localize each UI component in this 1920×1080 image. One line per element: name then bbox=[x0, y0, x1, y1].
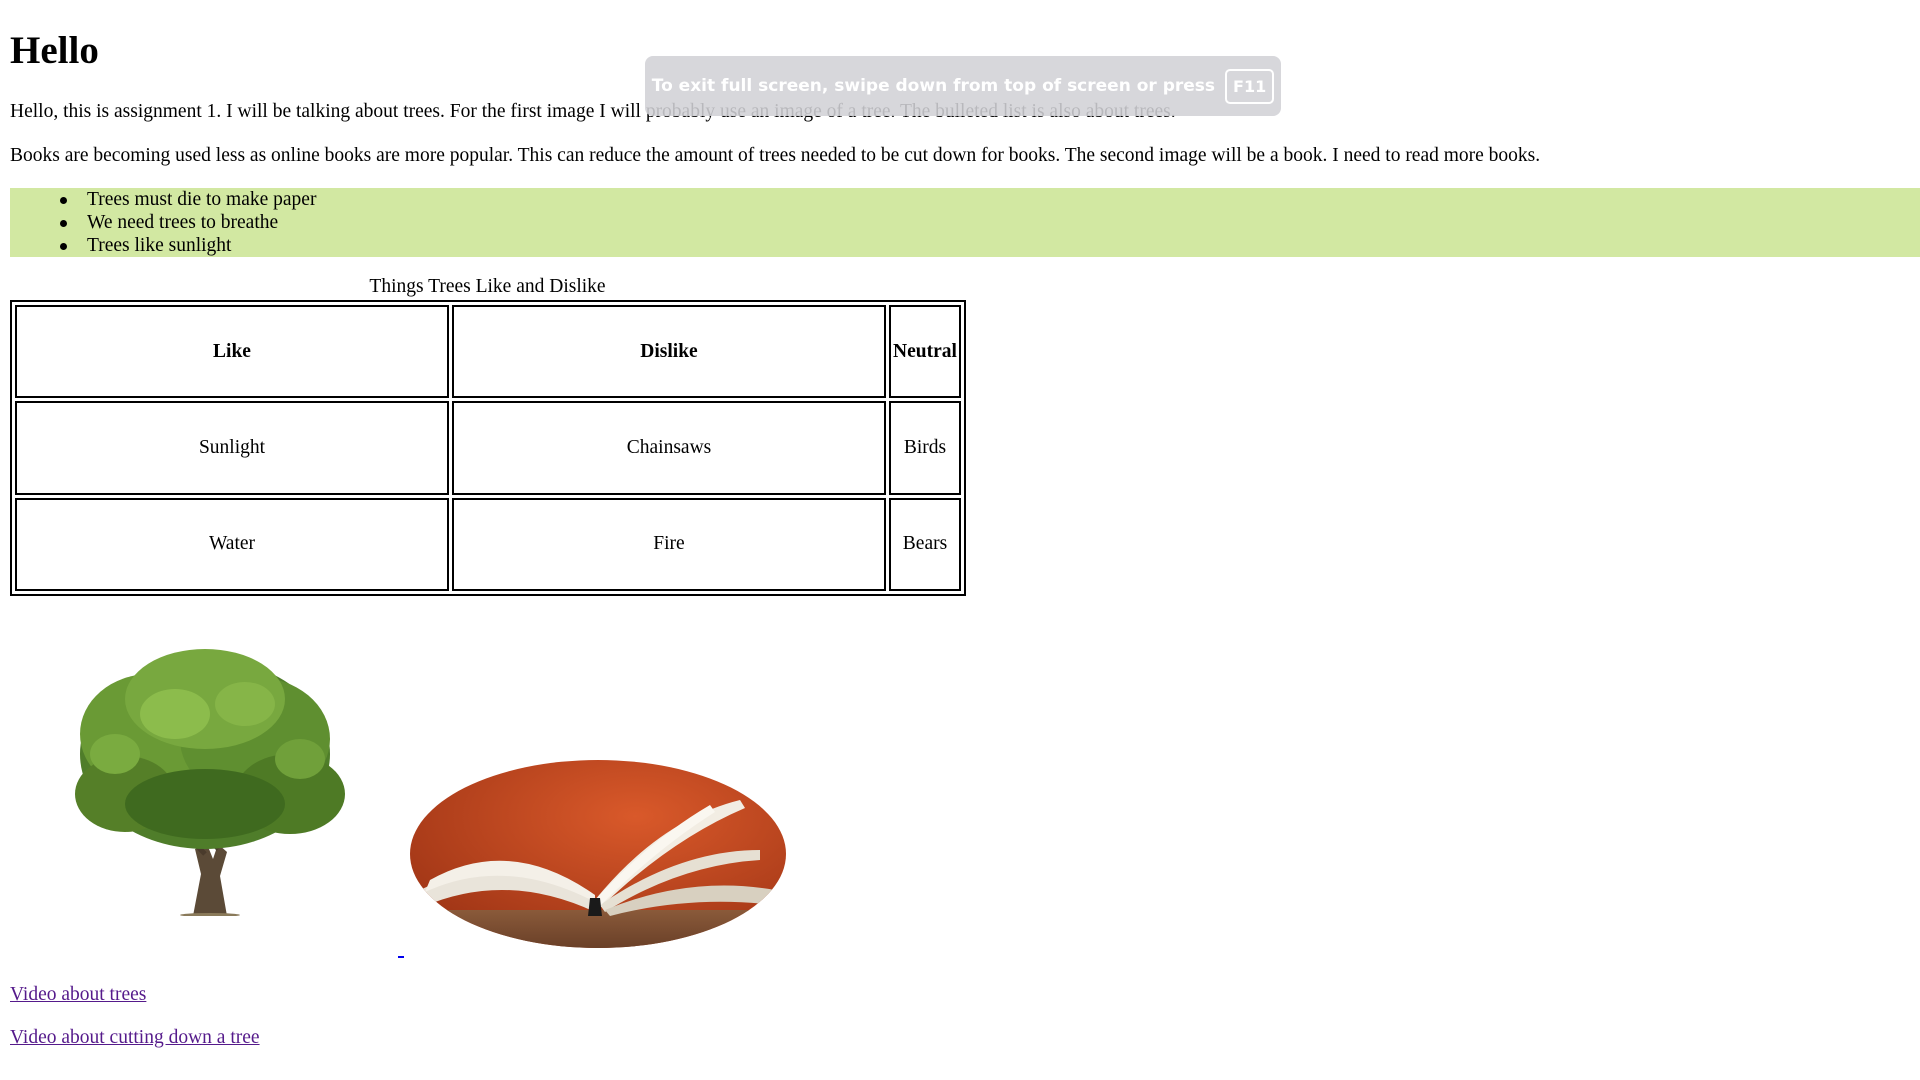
header-dislike: Dislike bbox=[452, 305, 886, 399]
book-image bbox=[410, 760, 786, 948]
tree-image bbox=[75, 649, 345, 916]
table-cell: Chainsaws bbox=[452, 401, 886, 495]
images-area bbox=[10, 640, 810, 960]
video-cutting-tree-link[interactable]: Video about cutting down a tree bbox=[10, 1026, 260, 1050]
bullet-icon bbox=[60, 197, 67, 204]
table-header-row: Like Dislike Neutral bbox=[15, 305, 961, 399]
table-cell: Fire bbox=[452, 497, 886, 591]
bullet-icon bbox=[60, 243, 67, 250]
table-row: Water Fire Bears bbox=[15, 497, 961, 591]
f11-key-badge: F11 bbox=[1225, 68, 1275, 104]
table-cell: Sunlight bbox=[15, 401, 449, 495]
table-cell: Birds bbox=[889, 401, 961, 495]
table-caption: Things Trees Like and Dislike bbox=[369, 276, 606, 297]
table-row: Sunlight Chainsaws Birds bbox=[15, 401, 961, 495]
bulleted-list: Trees must die to make paper We need tre… bbox=[10, 188, 1920, 257]
image-link-underline[interactable] bbox=[398, 956, 404, 958]
list-item: We need trees to breathe bbox=[10, 211, 1920, 234]
list-item-text: We need trees to breathe bbox=[87, 212, 279, 233]
books-paragraph: Books are becoming used less as online b… bbox=[10, 145, 1541, 166]
table-cell: Bears bbox=[889, 497, 961, 591]
video-trees-link[interactable]: Video about trees bbox=[10, 983, 146, 1007]
header-like: Like bbox=[15, 305, 449, 399]
trees-table: Like Dislike Neutral Sunlight Chainsaws … bbox=[10, 300, 966, 596]
bullet-icon bbox=[60, 220, 67, 227]
list-item-text: Trees like sunlight bbox=[87, 235, 232, 256]
fullscreen-notice-text: To exit full screen, swipe down from top… bbox=[651, 76, 1216, 96]
table-cell: Water bbox=[15, 497, 449, 591]
list-item: Trees like sunlight bbox=[10, 234, 1920, 257]
fullscreen-exit-notice: To exit full screen, swipe down from top… bbox=[645, 56, 1281, 116]
header-neutral: Neutral bbox=[889, 305, 961, 399]
page-heading: Hello bbox=[10, 29, 99, 72]
list-item: Trees must die to make paper bbox=[10, 188, 1920, 211]
list-item-text: Trees must die to make paper bbox=[87, 189, 317, 210]
